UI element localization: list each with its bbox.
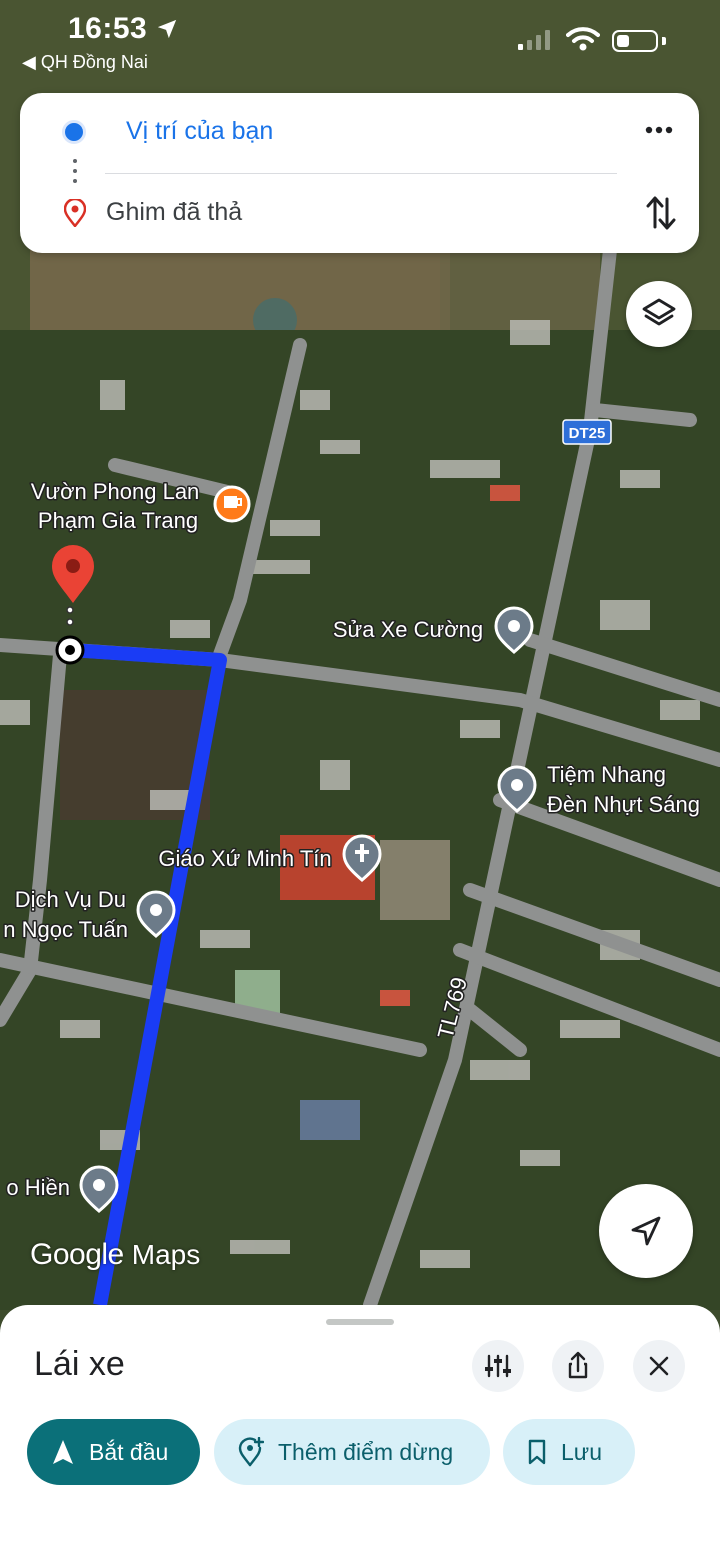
battery-icon xyxy=(612,30,658,52)
road-shield-dt25: DT25 xyxy=(562,419,612,445)
fields-divider xyxy=(105,173,617,174)
directions-card: Vị trí của bạn Ghim đã thả xyxy=(20,93,699,253)
your-location-dot-icon xyxy=(62,120,86,144)
add-stop-button[interactable]: Thêm điểm dừng xyxy=(214,1419,490,1485)
svg-text:n Ngọc Tuấn: n Ngọc Tuấn xyxy=(3,917,128,942)
back-to-app-link[interactable]: ◀ QH Đồng Nai xyxy=(22,52,148,73)
cellular-signal-icon xyxy=(518,30,550,50)
more-options-icon[interactable] xyxy=(642,113,676,147)
sliders-icon xyxy=(485,1354,511,1378)
origin-field[interactable]: Vị trí của bạn xyxy=(126,117,273,146)
location-arrow-icon xyxy=(157,19,177,39)
layers-icon xyxy=(642,298,676,326)
navigation-arrow-icon xyxy=(631,1216,661,1246)
save-route-button[interactable]: Lưu xyxy=(503,1419,635,1485)
layers-button[interactable] xyxy=(626,281,692,347)
wifi-icon xyxy=(566,27,600,51)
navigation-start-icon xyxy=(53,1440,73,1464)
destination-pin-icon xyxy=(64,199,86,227)
add-stop-pin-icon xyxy=(238,1437,264,1467)
sheet-drag-handle[interactable] xyxy=(326,1319,394,1325)
battery-tip xyxy=(662,37,666,45)
svg-text:Phạm Gia Trang: Phạm Gia Trang xyxy=(38,508,198,533)
destination-field[interactable]: Ghim đã thả xyxy=(106,198,242,227)
svg-text:Sửa Xe Cường: Sửa Xe Cường xyxy=(333,617,483,642)
route-bottom-sheet: Lái xe Bắt đầu Thêm điểm dừng Lưu xyxy=(0,1305,720,1557)
svg-text:o Hiền: o Hiền xyxy=(6,1175,70,1200)
status-bar: 16:53 ◀ QH Đồng Nai xyxy=(0,0,720,90)
start-navigation-button[interactable]: Bắt đầu xyxy=(27,1419,200,1485)
bookmark-icon xyxy=(528,1439,546,1465)
close-button[interactable] xyxy=(633,1340,685,1392)
start-label: Bắt đầu xyxy=(89,1438,169,1465)
svg-text:Giáo Xứ Minh Tín: Giáo Xứ Minh Tín xyxy=(158,846,331,871)
svg-text:Đèn Nhựt Sáng: Đèn Nhựt Sáng xyxy=(547,792,700,817)
share-button[interactable] xyxy=(552,1340,604,1392)
route-dots-icon xyxy=(73,159,77,189)
status-time: 16:53 xyxy=(68,12,178,46)
svg-text:Dịch Vụ Du: Dịch Vụ Du xyxy=(15,887,126,912)
my-location-button[interactable] xyxy=(599,1184,693,1278)
svg-text:Tiệm Nhang: Tiệm Nhang xyxy=(547,762,666,787)
close-icon xyxy=(649,1356,669,1376)
svg-text:DT25: DT25 xyxy=(569,425,606,442)
coffee-icon xyxy=(213,485,251,523)
swap-direction-icon[interactable] xyxy=(644,193,678,233)
save-label: Lưu xyxy=(561,1438,602,1465)
google-maps-watermark: Google Maps xyxy=(30,1238,201,1271)
add-stop-label: Thêm điểm dừng xyxy=(278,1438,454,1465)
route-options-button[interactable] xyxy=(472,1340,524,1392)
svg-text:Vườn Phong Lan: Vườn Phong Lan xyxy=(31,479,200,504)
share-icon xyxy=(568,1351,588,1379)
travel-mode-title: Lái xe xyxy=(34,1345,125,1383)
